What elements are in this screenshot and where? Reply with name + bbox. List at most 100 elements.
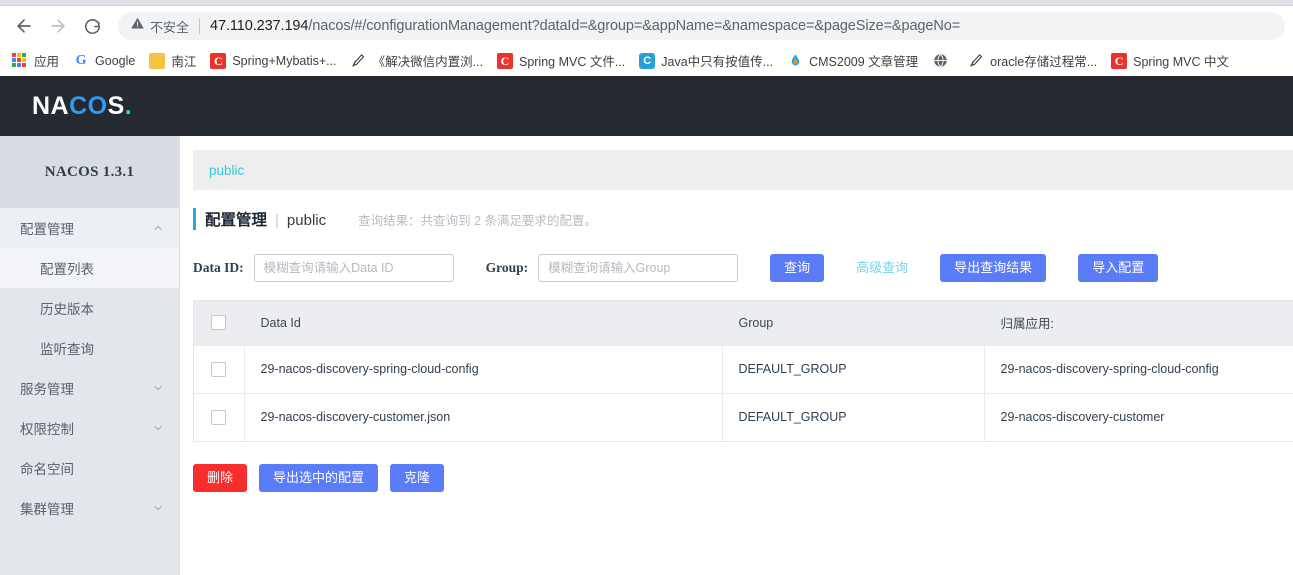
bookmark-spring-mvc-file[interactable]: C Spring MVC 文件...	[491, 48, 633, 73]
google-g-icon: G	[75, 52, 87, 68]
advanced-query-link[interactable]: 高级查询	[848, 254, 916, 282]
bookmark-google[interactable]: G Google	[67, 50, 143, 72]
bookmark-java-pass-by-value[interactable]: C Java中只有按值传...	[633, 48, 781, 73]
arrow-left-icon	[14, 16, 34, 36]
apps-grid-icon	[12, 52, 28, 69]
bottom-action-bar: 删除 导出选中的配置 克隆	[193, 463, 1293, 492]
bookmark-globe[interactable]	[926, 50, 962, 72]
title-accent-bar	[193, 208, 196, 230]
row-checkbox[interactable]	[211, 361, 227, 377]
url-text: 47.110.237.194/nacos/#/configurationMana…	[210, 18, 960, 34]
doc-pen-icon	[968, 53, 984, 69]
bookmark-label: Spring+Mybatis+...	[232, 53, 337, 68]
nacos-app: NA CO S. NACOS 1.3.1 配置管理 配置列表 历史版本 监听查询…	[0, 76, 1293, 575]
app-body: NACOS 1.3.1 配置管理 配置列表 历史版本 监听查询 服务管理 权限控…	[0, 136, 1293, 575]
bookmark-folder-nanjiang[interactable]: 南江	[143, 48, 204, 73]
import-config-button[interactable]: 导入配置	[1078, 254, 1159, 282]
row-select-cell	[194, 345, 245, 394]
nacos-logo[interactable]: NA CO S.	[32, 92, 132, 121]
reload-button[interactable]	[78, 12, 106, 40]
cms-flame-icon	[787, 53, 803, 69]
bookmark-label: 《解决微信内置浏...	[372, 55, 483, 69]
globe-icon	[932, 53, 948, 69]
title-separator: |	[275, 212, 279, 229]
config-table: Data Id Group 归属应用: 29-nacos-discovery-s…	[194, 301, 1293, 442]
sidebar-item-label: 服务管理	[20, 382, 74, 397]
search-form: Data ID: Group: 查询 高级查询 导出查询结果 导入配置	[193, 254, 1293, 282]
logo-part-2: CO	[69, 91, 108, 120]
query-button[interactable]: 查询	[770, 254, 825, 282]
breadcrumb-item-public[interactable]: public	[209, 163, 244, 178]
bookmarks-bar: 应用 G Google 南江 C Spring+Mybatis+... 《解决微…	[0, 46, 1293, 76]
address-bar[interactable]: 不安全 47.110.237.194/nacos/#/configuration…	[118, 12, 1285, 40]
bookmark-label: Google	[95, 53, 136, 68]
bookmark-oracle-procedure[interactable]: oracle存储过程常...	[962, 48, 1105, 73]
cell-app: 29-nacos-discovery-customer	[984, 393, 1293, 442]
bookmark-label: CMS2009 文章管理	[809, 55, 919, 69]
select-all-cell	[194, 301, 245, 346]
export-query-result-button[interactable]: 导出查询结果	[940, 254, 1047, 282]
bookmark-spring-mybatis[interactable]: C Spring+Mybatis+...	[204, 50, 344, 72]
sidebar-item-label: 监听查询	[40, 342, 94, 357]
bookmark-cms2009[interactable]: CMS2009 文章管理	[781, 48, 926, 73]
sidebar-item-label: 历史版本	[40, 302, 94, 317]
select-all-checkbox[interactable]	[211, 315, 227, 331]
bookmark-label: Java中只有按值传...	[661, 55, 774, 69]
sidebar-item-label: 配置列表	[40, 262, 94, 277]
table-row[interactable]: 29-nacos-discovery-customer.json DEFAULT…	[194, 393, 1293, 442]
cell-app: 29-nacos-discovery-spring-cloud-config	[984, 345, 1293, 394]
export-selected-button[interactable]: 导出选中的配置	[259, 463, 379, 492]
sidebar-item-namespace[interactable]: 命名空间	[0, 448, 179, 488]
sidebar-item-label: 命名空间	[20, 462, 74, 477]
page-title-row: 配置管理 | public 查询结果：共查询到 2 条满足要求的配置。	[193, 208, 1293, 232]
csdn-c-icon: C	[210, 52, 227, 69]
column-header-group[interactable]: Group	[722, 301, 985, 346]
sidebar-item-config-list[interactable]: 配置列表	[0, 248, 179, 288]
search-input-group[interactable]	[538, 254, 739, 282]
bookmark-label: 南江	[171, 55, 197, 69]
row-checkbox[interactable]	[211, 409, 227, 425]
cell-dataid: 29-nacos-discovery-customer.json	[244, 393, 723, 442]
logo-part-1: NA	[32, 91, 70, 120]
logo-part-3: S	[107, 91, 125, 120]
sidebar-item-permission-control[interactable]: 权限控制	[0, 408, 179, 448]
forward-button[interactable]	[44, 12, 72, 40]
dataid-label: Data ID:	[193, 260, 244, 275]
sidebar-item-cluster-management[interactable]: 集群管理	[0, 488, 179, 528]
java-blog-icon: C	[639, 52, 656, 69]
bookmark-wechat-browser[interactable]: 《解决微信内置浏...	[345, 48, 491, 73]
sidebar-item-config-management[interactable]: 配置管理	[0, 208, 179, 248]
search-input-dataid[interactable]	[253, 254, 454, 282]
site-security-chip[interactable]: 不安全	[130, 16, 189, 36]
back-button[interactable]	[10, 12, 38, 40]
security-label: 不安全	[150, 19, 190, 35]
arrow-right-icon	[48, 16, 68, 36]
table-head: Data Id Group 归属应用:	[194, 301, 1293, 346]
clone-button[interactable]: 克隆	[390, 463, 445, 492]
cell-group: DEFAULT_GROUP	[722, 393, 985, 442]
column-header-app[interactable]: 归属应用:	[984, 301, 1293, 346]
browser-toolbar: 不安全 47.110.237.194/nacos/#/configuration…	[0, 6, 1293, 46]
table-body: 29-nacos-discovery-spring-cloud-config D…	[194, 345, 1293, 442]
delete-button[interactable]: 删除	[193, 463, 248, 492]
table-row[interactable]: 29-nacos-discovery-spring-cloud-config D…	[194, 345, 1293, 394]
sidebar-item-service-management[interactable]: 服务管理	[0, 368, 179, 408]
sidebar-menu: 配置管理 配置列表 历史版本 监听查询 服务管理 权限控制 命名空间 集群管理	[0, 208, 179, 528]
bookmark-apps[interactable]: 应用	[6, 48, 67, 73]
row-select-cell	[194, 393, 245, 442]
bookmark-spring-mvc-cn[interactable]: C Spring MVC 中文	[1105, 48, 1237, 73]
doc-pen-icon	[351, 53, 367, 69]
cell-dataid: 29-nacos-discovery-spring-cloud-config	[244, 345, 723, 394]
sidebar-item-label: 配置管理	[20, 222, 74, 237]
main-content: public 配置管理 | public 查询结果：共查询到 2 条满足要求的配…	[180, 136, 1293, 575]
logo-dot: .	[124, 91, 133, 120]
bookmark-label: oracle存储过程常...	[990, 55, 1098, 69]
sidebar-item-listener-query[interactable]: 监听查询	[0, 328, 179, 368]
config-table-wrapper: Data Id Group 归属应用: 29-nacos-discovery-s…	[193, 300, 1293, 442]
csdn-c-icon: C	[1111, 52, 1128, 69]
sidebar-item-history-versions[interactable]: 历史版本	[0, 288, 179, 328]
sidebar: NACOS 1.3.1 配置管理 配置列表 历史版本 监听查询 服务管理 权限控…	[0, 136, 180, 575]
folder-icon	[149, 52, 166, 69]
column-header-dataid[interactable]: Data Id	[244, 301, 723, 346]
sidebar-item-label: 权限控制	[20, 422, 74, 437]
